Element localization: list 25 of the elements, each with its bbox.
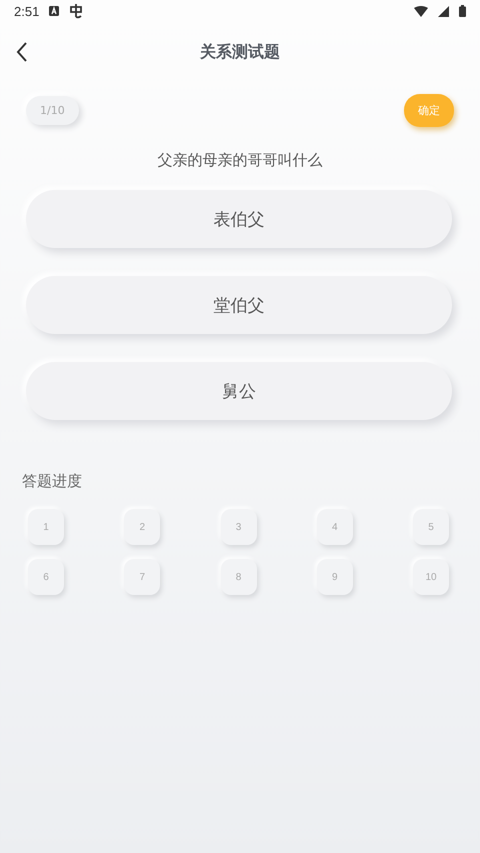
- page-title: 关系测试题: [200, 42, 280, 62]
- status-time: 2:51: [14, 4, 40, 18]
- question-number-button[interactable]: 4: [316, 509, 353, 545]
- answer-option[interactable]: 表伯父: [26, 190, 452, 248]
- question-number-button[interactable]: 1: [28, 509, 64, 545]
- question-number-button[interactable]: 2: [124, 509, 160, 545]
- answer-option[interactable]: 堂伯父: [26, 276, 452, 334]
- back-icon[interactable]: [16, 42, 28, 62]
- battery-icon: [459, 5, 466, 17]
- progress-title: 答题进度: [22, 472, 83, 491]
- question-counter: 1/10: [26, 96, 79, 125]
- question-number-button[interactable]: 10: [413, 559, 449, 595]
- answer-option[interactable]: 舅公: [26, 362, 452, 420]
- question-number-button[interactable]: 8: [220, 559, 256, 595]
- notification-icon: [49, 6, 60, 16]
- question-number-button[interactable]: 3: [220, 509, 256, 545]
- wifi-icon: [414, 6, 428, 16]
- question-number-button[interactable]: 5: [413, 509, 449, 545]
- signal-icon: [438, 6, 449, 16]
- question-text: 父亲的母亲的哥哥叫什么: [156, 151, 324, 170]
- confirm-button[interactable]: 确定: [404, 94, 454, 127]
- question-number-button[interactable]: 6: [28, 559, 64, 595]
- question-number-button[interactable]: 7: [124, 559, 160, 595]
- bug-icon: [69, 3, 84, 19]
- question-number-button[interactable]: 9: [316, 559, 353, 595]
